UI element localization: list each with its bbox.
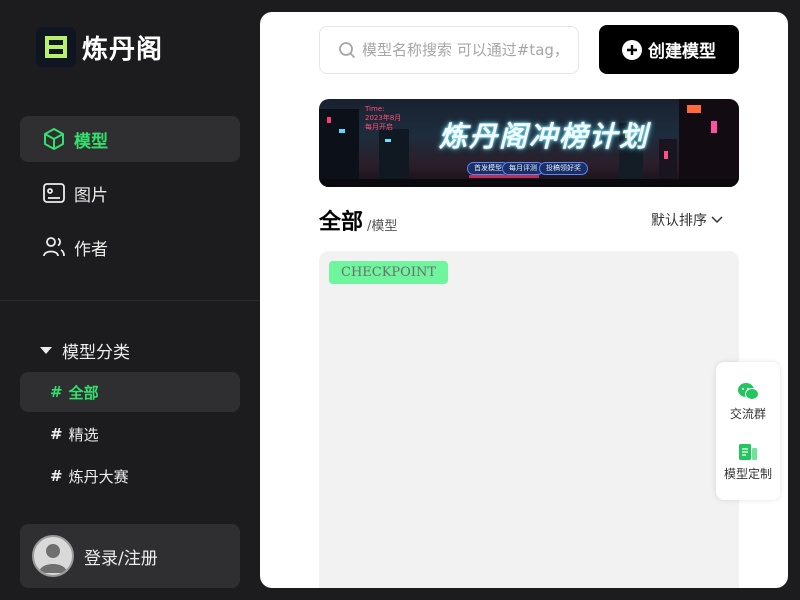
- search-box[interactable]: [319, 26, 579, 74]
- logo-icon: [36, 27, 76, 67]
- category-label: 炼丹大赛: [68, 467, 129, 486]
- section-subtitle: /模型: [367, 219, 398, 234]
- nav-item-label: 作者: [74, 239, 108, 260]
- sort-dropdown[interactable]: 默认排序: [651, 210, 723, 230]
- create-model-label: 创建模型: [648, 42, 716, 62]
- category-item-contest[interactable]: # 炼丹大赛: [20, 456, 240, 496]
- nav-item-label: 图片: [74, 185, 108, 206]
- main-panel: 创建模型 Time: 2023年8月 每月开启 炼丹阁冲榜计划 首发模型 每月评…: [260, 12, 788, 588]
- brand-logo[interactable]: 炼丹阁: [36, 27, 163, 67]
- document-icon: [739, 444, 757, 460]
- search-icon: [339, 42, 356, 59]
- model-card[interactable]: CHECKPOINT: [319, 251, 739, 588]
- banner-title: 炼丹阁冲榜计划: [439, 120, 650, 153]
- category-label: 精选: [68, 425, 99, 444]
- avatar: [32, 535, 74, 577]
- sidebar: 炼丹阁 模型 图片 作者 模型分类 # 全部 # 精选 # 炼丹大赛 登录/注册: [0, 0, 260, 600]
- plus-circle-icon: [622, 39, 642, 60]
- nav-item-images[interactable]: 图片: [20, 170, 240, 216]
- nav-item-label: 模型: [74, 131, 108, 152]
- create-model-button[interactable]: 创建模型: [599, 25, 739, 74]
- brand-name: 炼丹阁: [82, 34, 164, 65]
- category-item-all[interactable]: # 全部: [20, 372, 240, 412]
- login-label: 登录/注册: [84, 548, 158, 569]
- category-label: 全部: [68, 383, 99, 402]
- banner-pill: 投稿领好奖: [539, 162, 588, 175]
- category-item-featured[interactable]: # 精选: [20, 414, 240, 454]
- category-toggle[interactable]: 模型分类: [40, 338, 130, 363]
- image-icon: [43, 183, 65, 203]
- caret-down-icon: [40, 346, 52, 354]
- chevron-down-icon: [711, 216, 723, 224]
- hash-icon: #: [50, 425, 63, 443]
- sort-label: 默认排序: [651, 213, 707, 229]
- community-group-label: 交流群: [729, 407, 766, 421]
- floating-panel: 交流群 模型定制: [716, 362, 780, 500]
- nav-item-models[interactable]: 模型: [20, 116, 240, 162]
- category-heading: 模型分类: [62, 343, 130, 363]
- sidebar-divider: [0, 300, 260, 301]
- model-custom-label: 模型定制: [723, 467, 772, 481]
- login-button[interactable]: 登录/注册: [20, 524, 240, 588]
- section-title: 全部: [319, 210, 364, 235]
- users-icon: [43, 237, 65, 257]
- model-custom-button[interactable]: 模型定制: [716, 442, 780, 482]
- banner-pill: 每月评测: [502, 162, 544, 175]
- wechat-icon: [738, 383, 759, 400]
- banner-side-text: Time: 2023年8月 每月开启: [365, 105, 402, 131]
- community-group-button[interactable]: 交流群: [716, 382, 780, 422]
- promo-banner[interactable]: Time: 2023年8月 每月开启 炼丹阁冲榜计划 首发模型 每月评测 投稿领…: [319, 99, 739, 187]
- cube-icon: [44, 128, 64, 150]
- hash-icon: #: [50, 467, 63, 485]
- hash-icon: #: [50, 383, 63, 401]
- search-input[interactable]: [362, 41, 572, 59]
- model-type-tag: CHECKPOINT: [329, 261, 449, 284]
- nav-item-authors[interactable]: 作者: [20, 224, 240, 270]
